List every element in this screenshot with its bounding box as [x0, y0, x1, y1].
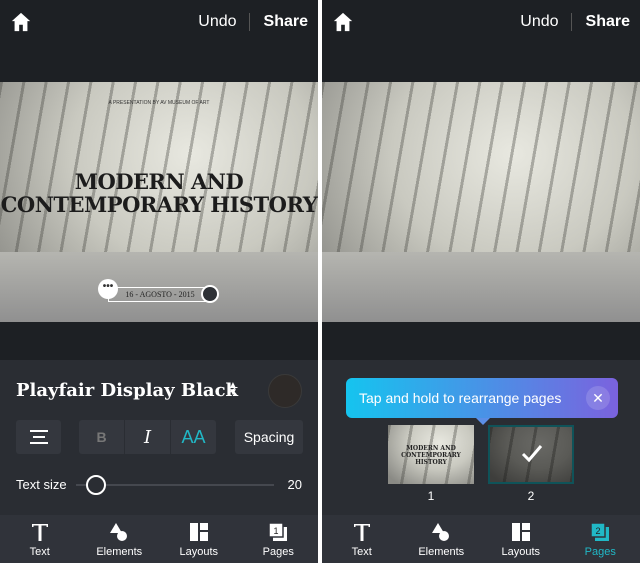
page-thumbnail-1[interactable]: MODERN AND CONTEMPORARY HISTORY	[388, 425, 474, 484]
resize-handle[interactable]	[201, 285, 219, 303]
undo-button[interactable]: Undo	[520, 13, 572, 31]
text-format-panel: Playfair Display Black ▲ ▼ B I AA Spacing…	[0, 360, 318, 515]
bottom-tab-bar: Text Elements Layouts 1 Pages	[0, 515, 318, 563]
presenter-text[interactable]: A PRESENTATION BY AV MUSEUM OF ART	[0, 100, 318, 106]
pages-icon: 1	[268, 521, 288, 541]
svg-text:2: 2	[596, 526, 601, 536]
tab-text[interactable]: Text	[322, 515, 402, 563]
tab-label: Pages	[262, 545, 294, 558]
layouts-icon	[511, 522, 530, 541]
align-center-icon	[29, 430, 48, 444]
page-number: 2	[527, 489, 535, 503]
canvas-floor	[322, 252, 640, 322]
tab-elements[interactable]: Elements	[80, 515, 160, 563]
tab-pages-active[interactable]: 2 Pages	[561, 515, 640, 563]
more-options-button[interactable]: •••	[98, 279, 118, 299]
editor-screen-text: Undo Share A PRESENTATION BY AV MUSEUM O…	[0, 0, 318, 563]
bottom-tab-bar: Text Elements Layouts 2 Pages	[322, 515, 640, 563]
tab-label: Layouts	[179, 545, 219, 558]
tooltip-message: Tap and hold to rearrange pages	[359, 390, 562, 406]
top-bar: Undo Share	[322, 0, 640, 44]
tab-label: Text	[351, 545, 372, 558]
close-icon[interactable]: ✕	[586, 386, 610, 410]
align-center-button[interactable]	[16, 420, 61, 454]
tab-layouts[interactable]: Layouts	[481, 515, 561, 563]
share-button[interactable]: Share	[250, 13, 308, 31]
tab-elements[interactable]: Elements	[402, 515, 482, 563]
color-swatch[interactable]	[268, 374, 302, 408]
text-icon	[31, 523, 48, 541]
thumbnail-title: MODERN AND CONTEMPORARY HISTORY	[401, 445, 461, 466]
undo-button[interactable]: Undo	[198, 13, 250, 31]
spacing-button[interactable]: Spacing	[235, 420, 303, 454]
tab-label: Elements	[96, 545, 143, 558]
editor-screen-pages: Undo Share Tap and hold to rearrange pag…	[322, 0, 640, 563]
layouts-icon	[189, 522, 208, 541]
tab-text[interactable]: Text	[0, 515, 80, 563]
design-canvas[interactable]	[322, 82, 640, 322]
uppercase-button[interactable]: AA	[171, 420, 216, 454]
date-text-selected[interactable]: 16 - AGOSTO - 2015	[108, 287, 212, 302]
top-bar: Undo Share	[0, 0, 318, 44]
rearrange-tooltip: Tap and hold to rearrange pages ✕	[346, 378, 618, 425]
italic-button[interactable]: I	[125, 420, 170, 454]
text-size-label: Text size	[16, 477, 67, 492]
bold-button[interactable]: B	[79, 420, 124, 454]
design-canvas[interactable]: A PRESENTATION BY AV MUSEUM OF ART MODER…	[0, 82, 318, 322]
chevron-updown-icon[interactable]: ▲ ▼	[228, 381, 238, 398]
tab-label: Text	[29, 545, 50, 558]
slider-thumb[interactable]	[86, 475, 106, 495]
font-selector[interactable]: Playfair Display Black	[16, 380, 238, 401]
tab-layouts[interactable]: Layouts	[159, 515, 239, 563]
share-button[interactable]: Share	[572, 13, 630, 31]
elements-icon	[432, 522, 450, 541]
pages-icon: 2	[590, 521, 610, 541]
tab-pages[interactable]: 1 Pages	[239, 515, 319, 563]
checkmark-icon	[521, 445, 543, 463]
text-size-value: 20	[287, 477, 302, 492]
elements-icon	[110, 522, 128, 541]
svg-text:1: 1	[274, 526, 279, 536]
home-icon[interactable]	[332, 11, 354, 33]
tab-label: Layouts	[501, 545, 541, 558]
tab-label: Pages	[584, 545, 616, 558]
title-text[interactable]: MODERN AND CONTEMPORARY HISTORY	[0, 170, 318, 216]
page-number: 1	[427, 489, 435, 503]
home-icon[interactable]	[10, 11, 32, 33]
text-icon	[353, 523, 370, 541]
tab-label: Elements	[418, 545, 465, 558]
